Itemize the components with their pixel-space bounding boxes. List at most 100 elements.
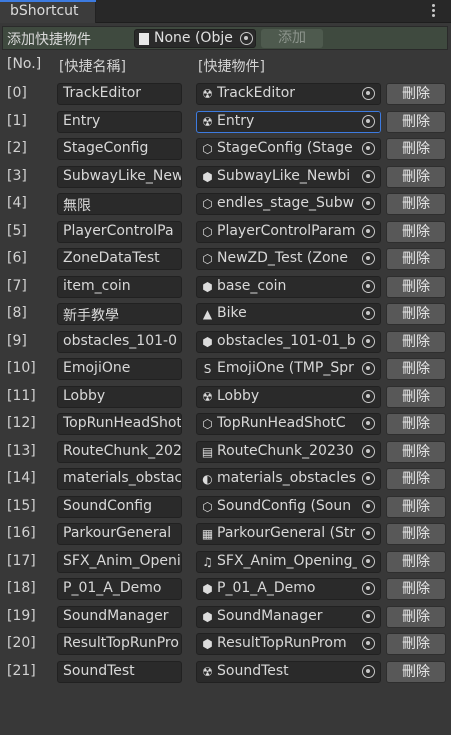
shortcut-name-field[interactable]: SoundTest	[57, 661, 182, 683]
window-tab[interactable]: bShortcut	[0, 0, 96, 23]
delete-button[interactable]: 刪除	[386, 358, 446, 380]
shortcut-name-field[interactable]: SoundConfig	[57, 496, 182, 518]
object-picker-icon[interactable]	[358, 634, 380, 654]
delete-button[interactable]: 刪除	[386, 303, 446, 325]
delete-button[interactable]: 刪除	[386, 331, 446, 353]
shortcut-object-field[interactable]: ☢ SoundTest	[196, 661, 381, 683]
object-picker-icon[interactable]	[358, 662, 380, 682]
delete-button[interactable]: 刪除	[386, 248, 446, 270]
delete-button[interactable]: 刪除	[386, 276, 446, 298]
shortcut-name-field[interactable]: ZoneDataTest	[57, 248, 182, 270]
shortcut-name-field[interactable]: EmojiOne	[57, 358, 182, 380]
delete-button[interactable]: 刪除	[386, 221, 446, 243]
object-picker-icon[interactable]	[358, 359, 380, 379]
delete-button[interactable]: 刪除	[386, 166, 446, 188]
object-picker-icon[interactable]	[358, 84, 380, 104]
new-object-field[interactable]: None (Obje	[134, 29, 256, 48]
shortcut-name-field[interactable]: obstacles_101-0	[57, 331, 182, 353]
shortcut-row: [2] StageConfig ⬡ StageConfig (Stage 刪除	[0, 137, 451, 161]
shortcut-name-field[interactable]: SubwayLike_New	[57, 166, 182, 188]
shortcut-name-field[interactable]: materials_obstac	[57, 468, 182, 490]
object-picker-icon[interactable]	[358, 579, 380, 599]
delete-button[interactable]: 刪除	[386, 413, 446, 435]
shortcut-name-value: SFX_Anim_Openi	[63, 553, 181, 569]
object-picker-icon[interactable]	[240, 32, 253, 45]
shortcut-object-field[interactable]: ▲ Bike	[196, 303, 381, 325]
object-picker-icon[interactable]	[358, 497, 380, 517]
shortcut-object-field[interactable]: ⬡ SoundConfig (Soun	[196, 496, 381, 518]
object-picker-icon[interactable]	[358, 442, 380, 462]
shortcut-object-field[interactable]: ◐ materials_obstacles	[196, 468, 381, 490]
shortcut-row: [5] PlayerControlPa ⬡ PlayerControlParam 刪除	[0, 220, 451, 244]
object-picker-icon[interactable]	[358, 222, 380, 242]
object-picker-icon[interactable]	[358, 387, 380, 407]
shortcut-object-field[interactable]: ⬡ NewZD_Test (Zone	[196, 248, 381, 270]
shortcut-name-field[interactable]: 無限	[57, 193, 182, 215]
delete-button[interactable]: 刪除	[386, 386, 446, 408]
shortcut-name-field[interactable]: item_coin	[57, 276, 182, 298]
shortcut-name-field[interactable]: ResultTopRunPro	[57, 633, 182, 655]
shortcut-object-field[interactable]: ☢ TrackEditor	[196, 83, 381, 105]
shortcut-object-field[interactable]: ♫ SFX_Anim_Opening_	[196, 551, 381, 573]
shortcut-object-field[interactable]: ⬢ obstacles_101-01_b	[196, 331, 381, 353]
shortcut-name-field[interactable]: TopRunHeadShot	[57, 413, 182, 435]
delete-button[interactable]: 刪除	[386, 578, 446, 600]
delete-button[interactable]: 刪除	[386, 83, 446, 105]
object-picker-icon[interactable]	[358, 414, 380, 434]
delete-button[interactable]: 刪除	[386, 523, 446, 545]
object-picker-icon[interactable]	[358, 277, 380, 297]
shortcut-object-field[interactable]: ⬢ base_coin	[196, 276, 381, 298]
object-picker-icon[interactable]	[358, 194, 380, 214]
shortcut-object-field[interactable]: ⬢ SubwayLike_Newbi	[196, 166, 381, 188]
shortcut-name-field[interactable]: RouteChunk_202	[57, 441, 182, 463]
shortcut-object-field[interactable]: ⬡ PlayerControlParam	[196, 221, 381, 243]
delete-button[interactable]: 刪除	[386, 606, 446, 628]
delete-button[interactable]: 刪除	[386, 633, 446, 655]
object-picker-icon[interactable]	[358, 304, 380, 324]
shortcut-object-field[interactable]: ▦ ParkourGeneral (Str	[196, 523, 381, 545]
shortcut-object-field[interactable]: ▤ RouteChunk_20230	[196, 441, 381, 463]
object-picker-icon[interactable]	[358, 167, 380, 187]
shortcut-object-field[interactable]: ☢ Entry	[196, 111, 381, 133]
shortcut-name-field[interactable]: P_01_A_Demo	[57, 578, 182, 600]
object-picker-icon[interactable]	[358, 112, 380, 132]
shortcut-name-field[interactable]: ParkourGeneral	[57, 523, 182, 545]
shortcut-name-field[interactable]: PlayerControlPa	[57, 221, 182, 243]
shortcut-object-field[interactable]: ⬡ StageConfig (Stage	[196, 138, 381, 160]
delete-button[interactable]: 刪除	[386, 551, 446, 573]
shortcut-name-field[interactable]: SoundManager	[57, 606, 182, 628]
delete-button[interactable]: 刪除	[386, 138, 446, 160]
shortcut-name-field[interactable]: StageConfig	[57, 138, 182, 160]
shortcut-object-field[interactable]: ⬢ ResultTopRunProm	[196, 633, 381, 655]
shortcut-object-field[interactable]: ⬢ SoundManager	[196, 606, 381, 628]
more-options-icon[interactable]	[425, 3, 441, 19]
add-button[interactable]: 添加	[261, 29, 323, 48]
object-picker-icon[interactable]	[358, 524, 380, 544]
shortcut-object-field[interactable]: ⬡ TopRunHeadShotC	[196, 413, 381, 435]
shortcut-object-field[interactable]: ⬡ endles_stage_Subw	[196, 193, 381, 215]
shortcut-name-field[interactable]: Entry	[57, 111, 182, 133]
shortcut-name-field[interactable]: Lobby	[57, 386, 182, 408]
delete-button[interactable]: 刪除	[386, 111, 446, 133]
shortcut-row: [10] EmojiOne S EmojiOne (TMP_Spr 刪除	[0, 357, 451, 381]
delete-button[interactable]: 刪除	[386, 661, 446, 683]
object-picker-icon[interactable]	[358, 139, 380, 159]
delete-button[interactable]: 刪除	[386, 193, 446, 215]
shortcut-object-field[interactable]: ⬢ P_01_A_Demo	[196, 578, 381, 600]
shortcut-name-value: StageConfig	[63, 140, 149, 156]
delete-button[interactable]: 刪除	[386, 496, 446, 518]
shortcut-object-value: TopRunHeadShotC	[217, 415, 346, 431]
row-index: [4]	[7, 195, 27, 211]
delete-button[interactable]: 刪除	[386, 441, 446, 463]
object-picker-icon[interactable]	[358, 249, 380, 269]
shortcut-object-field[interactable]: S EmojiOne (TMP_Spr	[196, 358, 381, 380]
shortcut-object-field[interactable]: ☢ Lobby	[196, 386, 381, 408]
delete-button[interactable]: 刪除	[386, 468, 446, 490]
shortcut-name-field[interactable]: 新手教學	[57, 303, 182, 325]
shortcut-name-field[interactable]: TrackEditor	[57, 83, 182, 105]
object-picker-icon[interactable]	[358, 469, 380, 489]
shortcut-name-field[interactable]: SFX_Anim_Openi	[57, 551, 182, 573]
object-picker-icon[interactable]	[358, 552, 380, 572]
object-picker-icon[interactable]	[358, 332, 380, 352]
object-picker-icon[interactable]	[358, 607, 380, 627]
